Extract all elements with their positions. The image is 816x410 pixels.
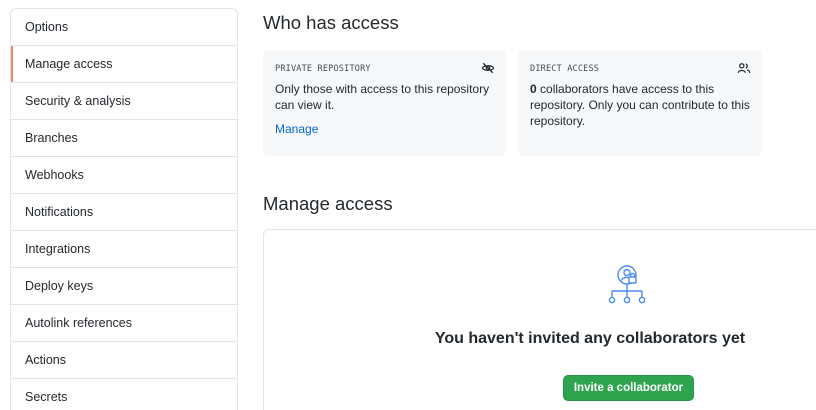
- sidebar-item-notifications[interactable]: Notifications: [11, 194, 237, 231]
- collaborators-blankslate: You haven't invited any collaborators ye…: [263, 229, 816, 410]
- sidebar-item-branches[interactable]: Branches: [11, 120, 237, 157]
- direct-access-text: 0 collaborators have access to this repo…: [530, 81, 750, 129]
- direct-access-label: DIRECT ACCESS: [530, 64, 600, 74]
- sidebar-item-webhooks[interactable]: Webhooks: [11, 157, 237, 194]
- private-repository-card: PRIVATE REPOSITORY Only those with acces…: [263, 50, 506, 156]
- sidebar-item-integrations[interactable]: Integrations: [11, 231, 237, 268]
- sidebar-item-autolink-references[interactable]: Autolink references: [11, 305, 237, 342]
- collaborator-count: 0: [530, 82, 537, 96]
- collaborators-icon: [608, 265, 646, 304]
- direct-access-description: collaborators have access to this reposi…: [530, 82, 750, 128]
- repo-settings-page: Options Manage access Security & analysi…: [0, 0, 816, 410]
- private-repository-label: PRIVATE REPOSITORY: [275, 64, 371, 74]
- sidebar-item-secrets[interactable]: Secrets: [11, 379, 237, 410]
- private-repository-text: Only those with access to this repositor…: [275, 82, 490, 112]
- invite-collaborator-button[interactable]: Invite a collaborator: [563, 375, 694, 401]
- sidebar-item-deploy-keys[interactable]: Deploy keys: [11, 268, 237, 305]
- who-has-access-heading: Who has access: [263, 12, 399, 33]
- sidebar-item-options[interactable]: Options: [11, 9, 237, 46]
- direct-access-card: DIRECT ACCESS 0 collaborators have acces…: [518, 50, 762, 156]
- people-icon: [737, 63, 751, 73]
- settings-sidebar: Options Manage access Security & analysi…: [10, 8, 238, 410]
- no-collaborators-title: You haven't invited any collaborators ye…: [434, 330, 746, 347]
- sidebar-item-security-analysis[interactable]: Security & analysis: [11, 83, 237, 120]
- manage-visibility-link[interactable]: Manage: [275, 122, 318, 136]
- sidebar-item-actions[interactable]: Actions: [11, 342, 237, 379]
- manage-access-heading: Manage access: [263, 193, 393, 214]
- sidebar-item-manage-access[interactable]: Manage access: [11, 46, 237, 83]
- eye-closed-icon: [481, 62, 495, 74]
